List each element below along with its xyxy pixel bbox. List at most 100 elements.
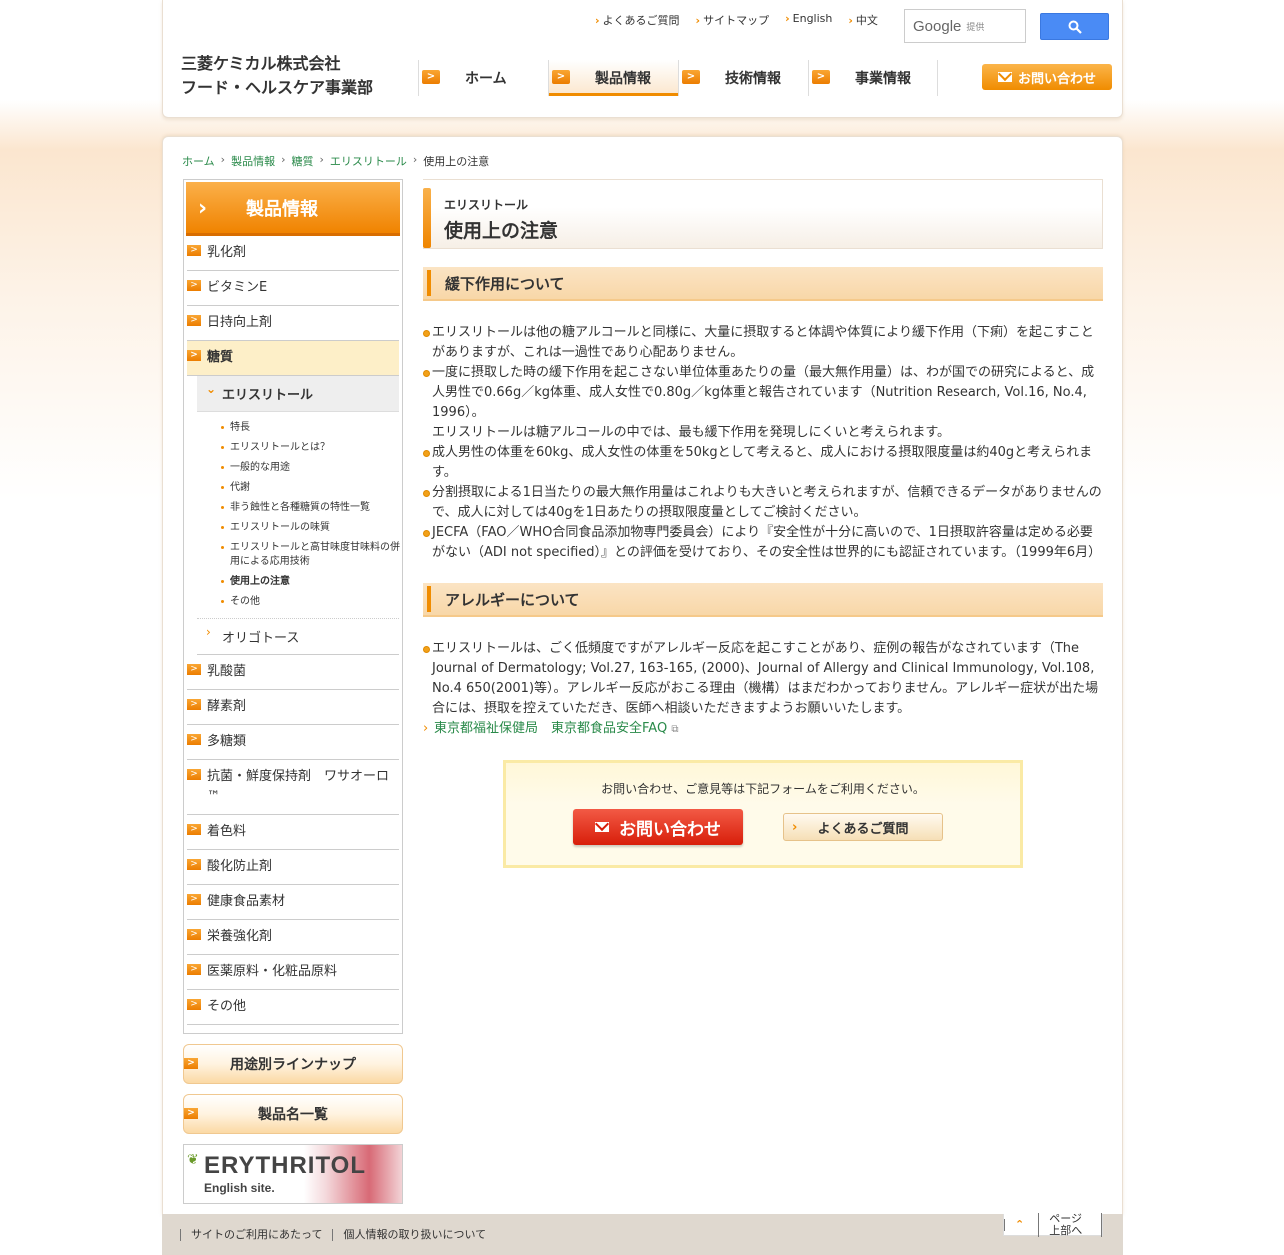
division-name: フード・ヘルスケア事業部 xyxy=(181,78,374,97)
arrow-right-icon: > xyxy=(187,999,201,1010)
global-nav: > ホーム > 製品情報 > 技術情報 > 事業情報 xyxy=(418,60,938,96)
nav-technical[interactable]: > 技術情報 xyxy=(678,60,808,96)
breadcrumb-home[interactable]: ホーム xyxy=(182,153,215,169)
breadcrumb: ホーム › 製品情報 › 糖質 › エリスリトール › 使用上の注意 xyxy=(182,153,489,169)
breadcrumb-sugars[interactable]: 糖質 xyxy=(291,153,313,169)
arrow-right-icon: > xyxy=(187,699,201,710)
chevron-right-icon: › xyxy=(792,819,798,835)
breadcrumb-separator: › xyxy=(319,153,324,166)
sidebar-item[interactable]: > 着色料 xyxy=(187,815,399,850)
banner-subtitle: English site. xyxy=(204,1181,275,1195)
sidebar-item[interactable]: > 酵素剤 xyxy=(187,690,399,725)
list-item: エリスリトールは、ごく低頻度ですがアレルギー反応を起こすことがあり、症例の報告が… xyxy=(423,639,1103,719)
util-link-english[interactable]: › English xyxy=(785,12,832,28)
sidebar-subitem-erythritol[interactable]: ⌄ エリスリトール xyxy=(197,376,399,412)
list-item: 分割摂取による1日当たりの最大無作用量はこれよりも大きいと考えられますが、信頼で… xyxy=(423,483,1103,523)
list-item: 成人男性の体重を60kg、成人女性の体重を50kgとして考えると、成人における摂… xyxy=(423,443,1103,483)
footer-link-terms[interactable]: サイトのご利用にあたって xyxy=(180,1228,332,1241)
page-title-box: エリスリトール 使用上の注意 xyxy=(423,179,1103,249)
arrow-right-icon: > xyxy=(187,664,201,675)
external-link[interactable]: › 東京都福祉保健局 東京都食品安全FAQ ⧉ xyxy=(423,719,1103,740)
chevron-right-icon: › xyxy=(206,625,211,639)
chevron-right-icon: › xyxy=(848,14,853,27)
sidebar-item[interactable]: > 健康食品素材 xyxy=(187,885,399,920)
util-link-faq[interactable]: › よくあるご質問 xyxy=(595,12,680,28)
sidebar-item[interactable]: > 医薬原料・化粧品原料 xyxy=(187,955,399,990)
arrow-right-icon: > xyxy=(187,929,201,940)
chevron-right-icon: › xyxy=(785,12,790,25)
breadcrumb-products[interactable]: 製品情報 xyxy=(231,153,275,169)
sidebar-page-link[interactable]: 代謝 xyxy=(219,478,400,498)
breadcrumb-current: 使用上の注意 xyxy=(423,155,490,168)
search-icon xyxy=(1068,20,1082,34)
sidebar-page-link[interactable]: エリスリトールと高甘味度甘味料の併用による応用技術 xyxy=(219,538,400,572)
sidebar-page-link-active[interactable]: 使用上の注意 xyxy=(219,572,400,592)
breadcrumb-separator: › xyxy=(220,153,226,166)
laxative-list: エリスリトールは他の糖アルコールと同様に、大量に摂取すると体調や体質により緩下作… xyxy=(423,323,1103,563)
list-item-continuation: エリスリトールは糖アルコールの中では、最も緩下作用を発現しにくいと考えられます。 xyxy=(432,425,951,440)
nav-products[interactable]: > 製品情報 xyxy=(548,60,678,96)
contact-form-button[interactable]: お問い合わせ xyxy=(573,809,743,845)
arrow-right-icon: > xyxy=(812,70,830,84)
leaf-icon: ❦ xyxy=(187,1152,199,1168)
arrow-right-icon: > xyxy=(187,245,201,256)
external-window-icon: ⧉ xyxy=(671,724,679,735)
list-item: 一度に摂取した時の緩下作用を起こさない単位体重あたりの量（最大無作用量）は、わが… xyxy=(423,363,1103,423)
contact-message: お問い合わせ、ご意見等は下記フォームをご利用ください。 xyxy=(601,782,925,796)
erythritol-english-banner[interactable]: ❦ ERYTHRITOL English site. xyxy=(183,1144,403,1204)
util-link-sitemap[interactable]: › サイトマップ xyxy=(696,12,770,28)
arrow-right-icon: > xyxy=(682,70,700,84)
section-heading-laxative: 緩下作用について xyxy=(423,267,1103,301)
faq-button[interactable]: › よくあるご質問 xyxy=(783,813,943,841)
footer-link-privacy[interactable]: 個人情報の取り扱いについて xyxy=(332,1228,496,1241)
chevron-up-icon: ⌃ xyxy=(1004,1218,1034,1231)
chevron-right-icon: › xyxy=(198,196,208,221)
nav-business[interactable]: > 事業情報 xyxy=(808,60,938,96)
sidebar-item-sugars[interactable]: > 糖質 xyxy=(187,341,399,376)
sidebar-page-link[interactable]: エリスリトールとは？ xyxy=(219,438,400,458)
sidebar-item[interactable]: > 抗菌・鮮度保持剤 ワサオーロ™ xyxy=(187,760,399,815)
search-provided-label: 提供 xyxy=(966,22,985,33)
sidebar-item-emulsifier[interactable]: > 乳化剤 xyxy=(187,236,399,271)
page-top-button[interactable]: ⌃ ページ上部へ xyxy=(1003,1212,1103,1237)
sidebar-item-shelf-life[interactable]: > 日持向上剤 xyxy=(187,306,399,341)
sidebar-item[interactable]: > 多糖類 xyxy=(187,725,399,760)
nav-home[interactable]: > ホーム xyxy=(418,60,548,96)
arrow-right-icon: > xyxy=(187,859,201,870)
chevron-right-icon: › xyxy=(695,14,701,27)
sidebar-page-link[interactable]: その他 xyxy=(219,592,400,612)
sidebar-page-link[interactable]: 特長 xyxy=(219,418,400,438)
usage-lineup-button[interactable]: > 用途別ラインナップ xyxy=(183,1044,403,1084)
sidebar-item-vitamin-e[interactable]: > ビタミンE xyxy=(187,271,399,306)
sidebar-item[interactable]: > 酸化防止剤 xyxy=(187,850,399,885)
header-contact-button[interactable]: お問い合わせ xyxy=(982,64,1112,90)
sidebar-page-link[interactable]: エリスリトールの味質 xyxy=(219,518,400,538)
breadcrumb-erythritol[interactable]: エリスリトール xyxy=(330,153,407,169)
sidebar-item[interactable]: > 乳酸菌 xyxy=(187,655,399,690)
product-list-button[interactable]: > 製品名一覧 xyxy=(183,1094,403,1134)
site-logo[interactable]: 三菱ケミカル株式会社 フード・ヘルスケア事業部 xyxy=(181,52,373,100)
arrow-right-icon: > xyxy=(422,70,440,84)
search-input[interactable]: Google 提供 xyxy=(904,9,1026,43)
banner-title: ERYTHRITOL xyxy=(204,1152,367,1179)
search-button[interactable] xyxy=(1040,13,1109,40)
sidebar-item[interactable]: > その他 xyxy=(187,990,399,1025)
chevron-down-icon: ⌄ xyxy=(206,382,217,396)
sidebar: › 製品情報 > 乳化剤 > ビタミンE > 日持向上剤 > 糖質 ⌄ エリスリトール 特… xyxy=(183,179,403,1204)
sidebar-page-link[interactable]: 非う蝕性と各種糖質の特性一覧 xyxy=(219,498,400,518)
sidebar-subitem-oligotose[interactable]: › オリゴトース xyxy=(197,618,399,655)
sidebar-page-link[interactable]: 一般的な用途 xyxy=(219,458,400,478)
arrow-right-icon: > xyxy=(187,824,201,835)
tokyo-food-safety-faq-link[interactable]: 東京都福祉保健局 東京都食品安全FAQ xyxy=(434,721,667,736)
sidebar-item[interactable]: > 栄養強化剤 xyxy=(187,920,399,955)
arrow-right-icon: > xyxy=(187,315,201,326)
arrow-right-icon: > xyxy=(187,280,201,291)
list-item: JECFA（FAO／WHO合同食品添加物専門委員会）により『安全性が十分に高いの… xyxy=(423,523,1103,563)
util-link-chinese[interactable]: › 中文 xyxy=(848,12,878,28)
arrow-right-icon: > xyxy=(187,350,201,361)
breadcrumb-separator: › xyxy=(281,153,286,166)
utility-nav: › よくあるご質問 › サイトマップ › English › 中文 xyxy=(595,12,878,28)
main-content: エリスリトール 使用上の注意 緩下作用について エリスリトールは他の糖アルコール… xyxy=(423,179,1103,868)
product-menu: › 製品情報 > 乳化剤 > ビタミンE > 日持向上剤 > 糖質 ⌄ エリスリトール 特… xyxy=(183,179,403,1034)
sidebar-title[interactable]: › 製品情報 xyxy=(186,182,400,236)
